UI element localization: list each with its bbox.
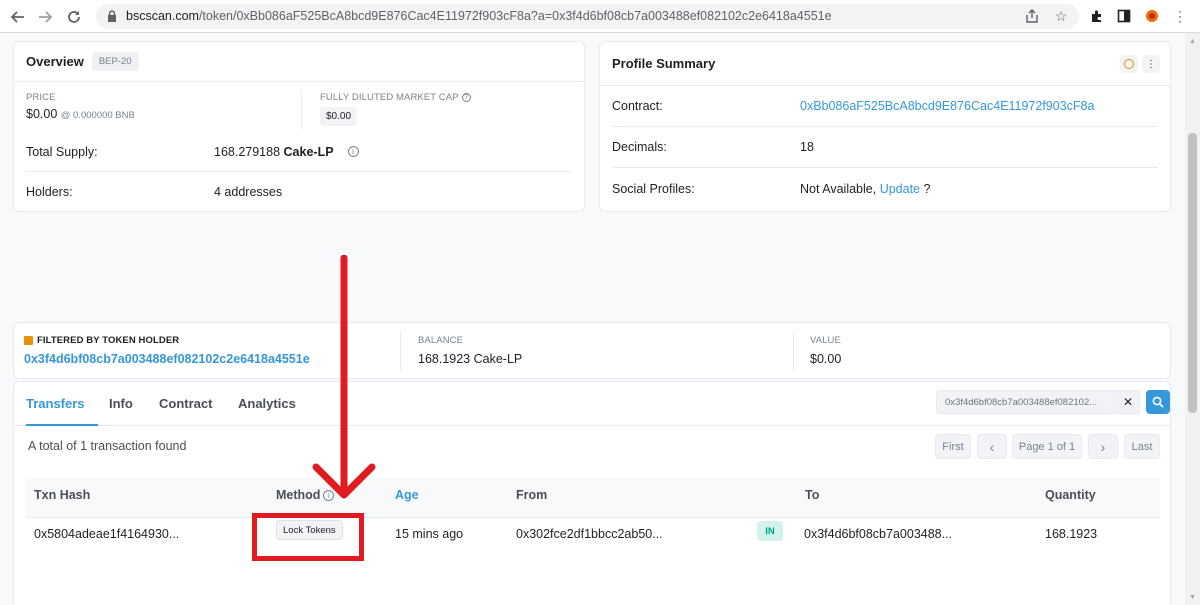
address-filter-input[interactable]: 0x3f4d6bf08cb7a003488ef082102... (936, 390, 1115, 414)
pager-first-button[interactable]: First (935, 434, 971, 459)
scroll-thumb[interactable] (1188, 133, 1197, 413)
info-icon[interactable]: i (347, 146, 359, 157)
pager-next-button[interactable]: › (1088, 434, 1118, 459)
annotation-arrow-icon (312, 255, 376, 499)
overview-title: Overview (26, 54, 84, 69)
col-header-quantity: Quantity (1045, 488, 1096, 502)
update-link[interactable]: Update (880, 182, 920, 196)
transaction-count: A total of 1 transaction found (28, 439, 187, 453)
total-supply-label: Total Supply: (26, 144, 98, 159)
menu-icon[interactable]: ⋮ (1170, 6, 1190, 26)
filter-holder-block: FILTERED BY TOKEN HOLDER 0x3f4d6bf08cb7a… (24, 335, 310, 366)
profile-summary-card: Profile Summary ⋮ Contract: 0xBb086aF525… (599, 41, 1171, 212)
sidepanel-icon[interactable] (1114, 6, 1134, 26)
search-button[interactable] (1146, 390, 1170, 414)
divider (793, 331, 794, 371)
col-header-txn-hash: Txn Hash (34, 488, 91, 502)
direction-badge: IN (757, 521, 783, 541)
filter-summary-card: FILTERED BY TOKEN HOLDER 0x3f4d6bf08cb7a… (13, 322, 1171, 379)
social-label: Social Profiles: (612, 181, 695, 196)
value-block: VALUE $0.00 (810, 335, 841, 366)
txn-hash-link[interactable]: 0x5804adeae1f4164930... (34, 527, 179, 541)
contract-link[interactable]: 0xBb086aF525BcA8bcd9E876Cac4E11972f903cF… (800, 99, 1094, 113)
options-icon[interactable] (1120, 55, 1138, 73)
from-address-link[interactable]: 0x302fce2df1bbcc2ab50... (516, 527, 663, 541)
decimals-label: Decimals: (612, 140, 667, 154)
pager-last-button[interactable]: Last (1124, 434, 1160, 459)
to-address: 0x3f4d6bf08cb7a003488... (804, 527, 953, 541)
pager-prev-button[interactable]: ‹ (977, 434, 1007, 459)
tab-analytics[interactable]: Analytics (238, 396, 296, 411)
share-icon[interactable] (1022, 6, 1042, 26)
filter-label: FILTERED BY TOKEN HOLDER (37, 335, 180, 346)
profile-icon[interactable] (1142, 6, 1162, 26)
overview-header: Overview BEP-20 (14, 42, 584, 82)
address-bar[interactable]: bscscan.com/token/0xBb086aF525BcA8bcd9E8… (96, 4, 1079, 29)
tab-info[interactable]: Info (109, 396, 133, 411)
price-bnb: @ 0.000000 BNB (60, 110, 135, 121)
price-block: PRICE $0.00 @ 0.000000 BNB (26, 92, 135, 121)
social-row: Social Profiles: Not Available, Update ? (612, 168, 1158, 209)
active-tab-indicator (26, 424, 98, 426)
scroll-down-icon[interactable]: ▼ (1188, 593, 1197, 602)
holders-row: Holders: 4 addresses (26, 172, 572, 212)
transfers-card: Transfers Info Contract Analytics 0x3f4d… (13, 381, 1172, 605)
annotation-highlight-box (252, 513, 364, 561)
url-text: bscscan.com/token/0xBb086aF525BcA8bcd9E8… (126, 9, 832, 23)
balance-value: 168.1923 Cake-LP (418, 352, 523, 366)
total-supply-symbol: Cake-LP (283, 144, 334, 159)
price-label: PRICE (26, 92, 56, 103)
browser-toolbar: bscscan.com/token/0xBb086aF525BcA8bcd9E8… (0, 0, 1200, 33)
forward-icon[interactable] (34, 6, 56, 28)
value-value: $0.00 (810, 352, 842, 366)
price-value: $0.00 (26, 107, 58, 121)
decimals-row: Decimals: 18 (612, 127, 1158, 168)
total-supply-row: Total Supply: 168.279188 Cake-LP i (26, 132, 572, 172)
market-cap-value: $0.00 (320, 107, 358, 126)
divider (301, 90, 302, 130)
profile-header: Profile Summary (600, 42, 1170, 86)
balance-label: BALANCE (418, 335, 464, 346)
holder-address-link[interactable]: 0x3f4d6bf08cb7a003488ef082102c2e6418a455… (24, 352, 310, 366)
col-header-age[interactable]: Age (395, 488, 419, 502)
total-supply-amount: 168.279188 (214, 144, 281, 159)
more-icon[interactable]: ⋮ (1142, 55, 1160, 73)
extensions-icon[interactable] (1087, 6, 1107, 26)
contract-row: Contract: 0xBb086aF525BcA8bcd9E876Cac4E1… (612, 86, 1158, 127)
lock-icon (108, 10, 116, 22)
search-icon (1152, 396, 1164, 408)
balance-block: BALANCE 168.1923 Cake-LP (418, 335, 522, 366)
market-cap-block: FULLY DILUTED MARKET CAP ? $0.00 (320, 92, 471, 126)
market-cap-label: FULLY DILUTED MARKET CAP (320, 92, 459, 103)
reload-icon[interactable] (63, 6, 85, 28)
star-icon[interactable]: ☆ (1051, 6, 1071, 26)
filter-icon (24, 336, 33, 345)
back-icon[interactable] (7, 6, 29, 28)
help-icon[interactable]: ? (461, 93, 471, 102)
social-value: Not Available, (800, 181, 877, 196)
holders-value: 4 addresses (214, 185, 283, 199)
contract-label: Contract: (612, 99, 663, 113)
col-header-to: To (805, 488, 820, 502)
divider (400, 331, 401, 371)
txn-age: 15 mins ago (395, 527, 464, 541)
pager-status: Page 1 of 1 (1012, 434, 1082, 459)
col-header-from: From (516, 488, 548, 502)
profile-title: Profile Summary (612, 56, 716, 71)
table-header-row (26, 478, 1160, 518)
txn-quantity: 168.1923 (1045, 527, 1098, 541)
scroll-up-icon[interactable]: ▲ (1188, 37, 1197, 46)
token-standard-badge: BEP-20 (91, 52, 139, 71)
tab-transfers[interactable]: Transfers (26, 396, 85, 411)
social-question: ? (923, 181, 931, 196)
decimals-value: 18 (800, 140, 814, 154)
page-scrollbar[interactable]: ▲ ▼ (1185, 33, 1200, 605)
overview-card: Overview BEP-20 PRICE $0.00 @ 0.000000 B… (13, 41, 585, 212)
holders-label: Holders: (26, 185, 73, 199)
tab-contract[interactable]: Contract (159, 396, 212, 411)
clear-filter-icon[interactable]: ✕ (1116, 390, 1140, 414)
value-label: VALUE (810, 335, 841, 346)
